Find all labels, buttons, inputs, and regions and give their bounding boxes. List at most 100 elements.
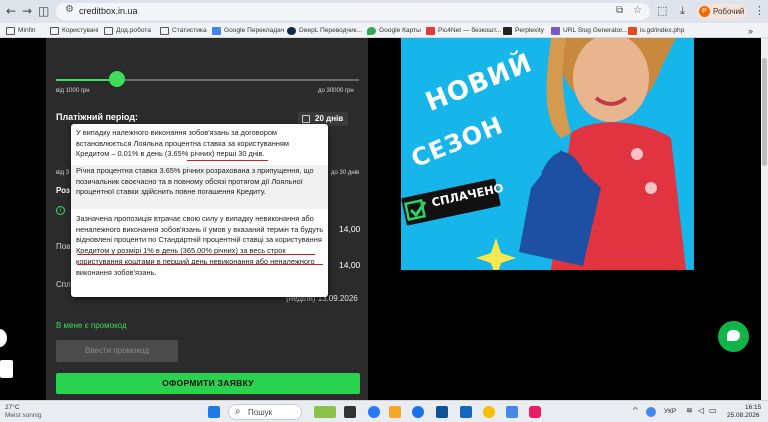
windows-taskbar: 27°C Meist sonnig ⌕ Пошук ^ УКР ≋ ◁ ▭ 16… xyxy=(0,400,768,422)
chat-button[interactable] xyxy=(718,321,749,352)
pic4net-icon xyxy=(426,26,435,35)
bookmark-star-icon[interactable]: ☆ xyxy=(633,5,642,16)
star-shape xyxy=(476,238,516,270)
bookmark-item[interactable]: Дод.робота xyxy=(104,23,151,38)
amount-slider-track[interactable] xyxy=(56,79,359,81)
row-label-3: Спл xyxy=(56,280,71,289)
bookmark-item[interactable]: Perplexity xyxy=(503,23,544,38)
apply-button[interactable]: ОФОРМИТИ ЗАЯВКУ xyxy=(56,373,360,394)
url-text[interactable]: creditbox.in.ua xyxy=(79,6,138,16)
bookmarks-bar: Minfin Користувачі Дод.робота Статистика… xyxy=(0,23,768,38)
enter-promo-button[interactable]: Ввести промокод xyxy=(56,340,178,362)
profile-label: Робочий xyxy=(713,7,745,16)
recaptcha-badge[interactable] xyxy=(0,360,13,378)
folder-icon xyxy=(6,26,15,35)
amount-min-label: від 1000 грн xyxy=(56,88,90,94)
install-app-icon[interactable]: ⧉ xyxy=(616,5,623,16)
perplexity-icon xyxy=(503,26,512,35)
back-icon[interactable]: ← xyxy=(6,4,16,18)
left-edge-widget[interactable] xyxy=(0,329,7,347)
info-icon[interactable]: i xyxy=(56,206,65,215)
tooltip-paragraph-1: У випадку належного виконання зобов'язан… xyxy=(76,128,289,159)
download-icon[interactable]: ⤓ xyxy=(680,4,685,18)
docs-icon[interactable] xyxy=(506,406,518,418)
scrollbar-thumb[interactable] xyxy=(762,58,767,166)
photos-icon[interactable] xyxy=(460,406,472,418)
url-slug-icon xyxy=(551,26,560,35)
language-indicator[interactable]: УКР xyxy=(664,408,676,415)
chat-bubble-icon xyxy=(727,330,740,341)
underline-mark xyxy=(77,254,315,256)
page-content: від 1000 грн до 30000 грн Платіжний пері… xyxy=(0,38,768,400)
bookmark-item[interactable]: URL Slug Generator... xyxy=(551,23,628,38)
period-label: Платіжний період: xyxy=(56,112,139,122)
tray-app-icon[interactable] xyxy=(646,407,656,417)
page-scrollbar[interactable] xyxy=(761,38,768,400)
edge-browser-icon[interactable] xyxy=(412,406,424,418)
value-2: 14,00 xyxy=(339,260,361,270)
amount-slider-thumb[interactable] xyxy=(108,71,125,87)
value-1: 14,00 xyxy=(339,224,361,234)
google-maps-icon xyxy=(367,26,376,35)
promo-code-toggle[interactable]: В мене є промокод xyxy=(56,321,127,330)
dot-shape xyxy=(645,182,657,194)
bookmark-item[interactable]: Користувачі xyxy=(50,23,98,38)
wifi-icon[interactable]: ≋ xyxy=(686,406,693,415)
bookmarks-overflow[interactable]: » xyxy=(748,23,753,38)
address-bar[interactable]: ⚙ creditbox.in.ua ⧉ ☆ xyxy=(56,3,650,20)
dot-shape xyxy=(631,148,643,160)
clock-time[interactable]: 16:15 xyxy=(745,404,761,411)
menu-icon[interactable]: ⋮ xyxy=(754,4,765,17)
forward-icon[interactable]: → xyxy=(22,4,32,18)
deepl-icon xyxy=(287,26,296,35)
bookmark-item[interactable]: Статистика xyxy=(160,23,207,38)
search-label: Пошук xyxy=(248,408,273,417)
face-shape xyxy=(573,38,649,122)
profile-button[interactable]: Р Робочий xyxy=(697,4,747,19)
edge-icon[interactable] xyxy=(368,406,380,418)
slack-icon[interactable] xyxy=(529,406,541,418)
taskbar-search[interactable]: ⌕ Пошук xyxy=(228,404,302,420)
bookmark-item[interactable]: Minfin xyxy=(6,23,36,38)
row-label-2: Пов xyxy=(56,242,71,251)
bookmark-item[interactable]: Google Карты xyxy=(367,23,421,38)
underline-mark xyxy=(77,264,323,266)
tray-overflow-icon[interactable]: ^ xyxy=(632,406,639,415)
clock-date[interactable]: 25.08.2026 xyxy=(727,412,760,419)
bookmark-item[interactable]: Pic4Net — безкошт... xyxy=(426,23,501,38)
amount-max-label: до 30000 грн xyxy=(318,88,354,94)
weather-temp[interactable]: 27°C xyxy=(5,404,20,411)
site-info-icon[interactable]: ⚙ xyxy=(65,4,74,15)
extensions-icon[interactable]: ⬚ xyxy=(657,4,667,17)
bookmark-item[interactable]: is.gd/index.php xyxy=(628,23,684,38)
folder-icon xyxy=(160,26,169,35)
volume-icon[interactable]: ◁ xyxy=(698,406,704,415)
avatar: Р xyxy=(699,6,710,17)
folder-icon xyxy=(50,26,59,35)
period-min-label: від 3 xyxy=(56,170,70,176)
split-view-icon[interactable]: ◫ xyxy=(38,4,49,18)
task-view-icon[interactable] xyxy=(344,406,356,418)
google-translate-icon xyxy=(212,26,221,35)
store-icon[interactable] xyxy=(436,406,448,418)
weather-desc[interactable]: Meist sonnig xyxy=(5,412,42,419)
windows-start-icon[interactable] xyxy=(208,406,220,418)
folder-icon xyxy=(104,26,113,35)
bookmark-item[interactable]: DeepL Переводчик... xyxy=(287,23,362,38)
underline-mark xyxy=(187,160,268,162)
isgd-icon xyxy=(628,26,637,35)
chrome-icon[interactable] xyxy=(483,406,495,418)
widgets-icon[interactable] xyxy=(314,406,336,418)
search-icon: ⌕ xyxy=(235,406,241,417)
battery-icon[interactable]: ▭ xyxy=(709,406,717,415)
promo-banner[interactable]: НОВИЙ СЕЗОН СПЛАЧЕНО xyxy=(401,38,694,270)
tooltip-paragraph-2: Річна процентна ставка 3.65% річних розр… xyxy=(76,166,314,197)
period-max-label: до 30 днів xyxy=(331,170,360,176)
amount-slider-fill xyxy=(56,79,117,81)
period-value: 20 днів xyxy=(315,114,344,123)
bookmark-item[interactable]: Google Перекладач xyxy=(212,23,284,38)
calendar-icon xyxy=(302,115,310,123)
rate-tooltip: У випадку належного виконання зобов'язан… xyxy=(71,124,328,297)
row-label-1: Роз xyxy=(56,186,70,195)
file-explorer-icon[interactable] xyxy=(389,406,401,418)
